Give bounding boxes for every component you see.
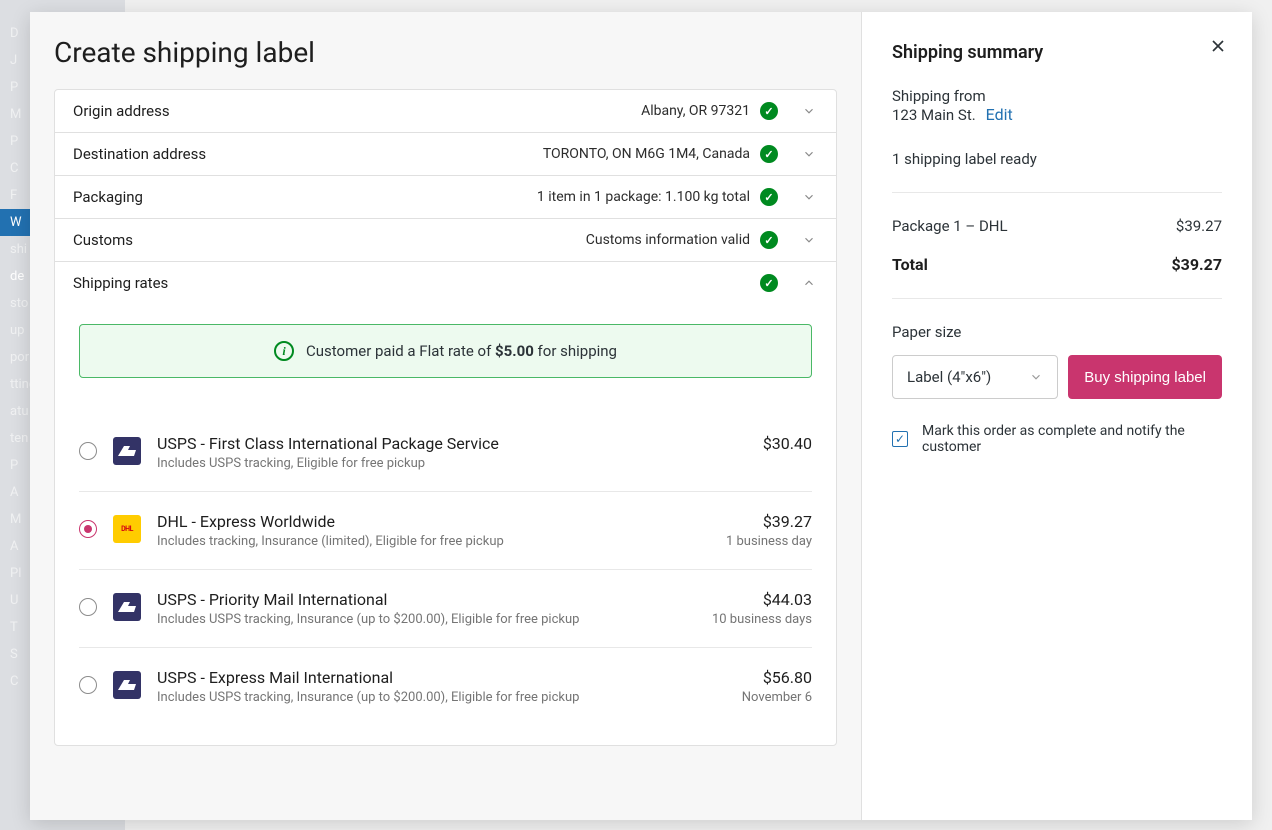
chevron-down-icon xyxy=(800,188,818,206)
paper-size-select[interactable]: Label (4"x6") xyxy=(892,355,1058,399)
chevron-down-icon xyxy=(1029,370,1043,384)
rate-eta: 1 business day xyxy=(726,534,812,549)
buy-shipping-label-button[interactable]: Buy shipping label xyxy=(1068,355,1222,399)
rates-body: i Customer paid a Flat rate of $5.00 for… xyxy=(55,304,836,745)
rate-price: $56.80 xyxy=(742,668,812,687)
total-price: $39.27 xyxy=(1171,255,1222,274)
close-button[interactable] xyxy=(1206,34,1230,58)
edit-link[interactable]: Edit xyxy=(986,105,1013,124)
check-icon: ✓ xyxy=(760,231,778,249)
rate-name: USPS - Priority Mail International xyxy=(157,590,696,609)
info-banner: i Customer paid a Flat rate of $5.00 for… xyxy=(79,324,812,378)
ship-from-address: 123 Main St. xyxy=(892,106,976,124)
left-panel: Create shipping label Origin address Alb… xyxy=(30,12,862,820)
rate-option[interactable]: DHL DHL - Express Worldwide Includes track… xyxy=(79,492,812,570)
summary-total: Total $39.27 xyxy=(892,243,1222,299)
section-value: Customs information valid xyxy=(586,232,750,248)
rate-name: DHL - Express Worldwide xyxy=(157,512,710,531)
section-destination[interactable]: Destination address TORONTO, ON M6G 1M4,… xyxy=(55,133,836,176)
chevron-down-icon xyxy=(800,231,818,249)
shipping-label-modal: Create shipping label Origin address Alb… xyxy=(30,12,1252,820)
section-value: TORONTO, ON M6G 1M4, Canada xyxy=(543,146,750,162)
radio-button[interactable] xyxy=(79,598,97,616)
section-label: Destination address xyxy=(73,145,533,163)
radio-button[interactable] xyxy=(79,442,97,460)
total-label: Total xyxy=(892,255,928,274)
radio-button[interactable] xyxy=(79,676,97,694)
usps-logo-icon xyxy=(113,593,141,621)
rate-name: USPS - Express Mail International xyxy=(157,668,726,687)
check-icon: ✓ xyxy=(760,145,778,163)
rate-option[interactable]: USPS - First Class International Package… xyxy=(79,414,812,492)
section-packaging[interactable]: Packaging 1 item in 1 package: 1.100 kg … xyxy=(55,176,836,219)
section-value: 1 item in 1 package: 1.100 kg total xyxy=(537,189,750,205)
right-panel: Shipping summary Shipping from 123 Main … xyxy=(862,12,1252,820)
mark-complete-row[interactable]: ✓ Mark this order as complete and notify… xyxy=(892,423,1222,455)
rate-description: Includes USPS tracking, Insurance (up to… xyxy=(157,690,726,705)
ready-text: 1 shipping label ready xyxy=(892,150,1222,193)
section-customs[interactable]: Customs Customs information valid ✓ xyxy=(55,219,836,262)
section-label: Customs xyxy=(73,231,576,249)
rates-list: USPS - First Class International Package… xyxy=(79,414,812,725)
dhl-logo-icon: DHL xyxy=(113,515,141,543)
section-label: Packaging xyxy=(73,188,527,206)
rate-option[interactable]: USPS - Express Mail International Include… xyxy=(79,648,812,725)
section-label: Shipping rates xyxy=(73,274,750,292)
package-label: Package 1 – DHL xyxy=(892,217,1008,235)
section-origin[interactable]: Origin address Albany, OR 97321 ✓ xyxy=(55,90,836,133)
accordion: Origin address Albany, OR 97321 ✓ Destin… xyxy=(54,89,837,746)
summary-title: Shipping summary xyxy=(892,42,1222,63)
rate-eta: November 6 xyxy=(742,690,812,705)
check-icon: ✓ xyxy=(760,188,778,206)
rate-eta: 10 business days xyxy=(712,612,812,627)
package-price: $39.27 xyxy=(1176,217,1222,235)
usps-logo-icon xyxy=(113,437,141,465)
usps-logo-icon xyxy=(113,671,141,699)
chevron-up-icon xyxy=(800,274,818,292)
banner-text: Customer paid a Flat rate of $5.00 for s… xyxy=(306,342,617,360)
rate-description: Includes tracking, Insurance (limited), … xyxy=(157,534,710,549)
rate-price: $39.27 xyxy=(726,512,812,531)
rate-price: $44.03 xyxy=(712,590,812,609)
section-label: Origin address xyxy=(73,102,631,120)
page-title: Create shipping label xyxy=(30,12,861,89)
check-icon: ✓ xyxy=(760,274,778,292)
check-icon: ✓ xyxy=(760,102,778,120)
rate-option[interactable]: USPS - Priority Mail International Includ… xyxy=(79,570,812,648)
rate-price: $30.40 xyxy=(763,434,812,453)
chevron-down-icon xyxy=(800,102,818,120)
rate-description: Includes USPS tracking, Eligible for fre… xyxy=(157,456,747,471)
chevron-down-icon xyxy=(800,145,818,163)
section-rates: Shipping rates ✓ i Customer paid a Flat … xyxy=(55,262,836,745)
summary-row: Package 1 – DHL $39.27 xyxy=(892,193,1222,243)
section-rates-header[interactable]: Shipping rates ✓ xyxy=(55,262,836,304)
ship-from-label: Shipping from xyxy=(892,87,1222,105)
radio-button[interactable] xyxy=(79,520,97,538)
checkbox-icon[interactable]: ✓ xyxy=(892,431,908,447)
info-icon: i xyxy=(274,341,294,361)
rate-description: Includes USPS tracking, Insurance (up to… xyxy=(157,612,696,627)
section-value: Albany, OR 97321 xyxy=(641,103,750,119)
mark-complete-label: Mark this order as complete and notify t… xyxy=(922,423,1222,455)
paper-size-label: Paper size xyxy=(892,323,1222,341)
rate-name: USPS - First Class International Package… xyxy=(157,434,747,453)
